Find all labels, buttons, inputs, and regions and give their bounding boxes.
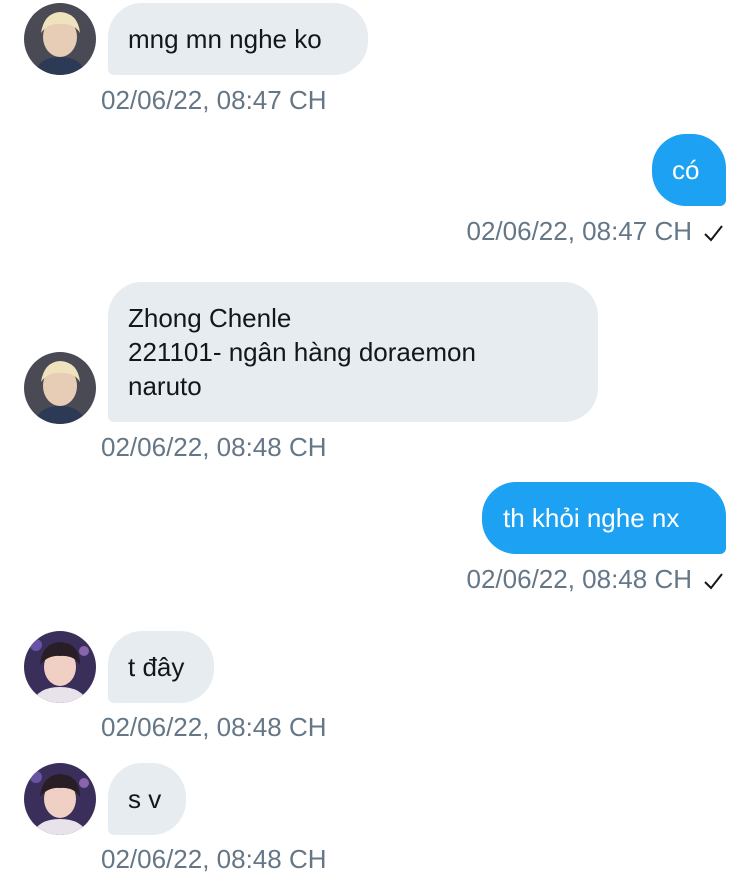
message-bubble-outgoing[interactable]: th khỏi nghe nx (482, 482, 726, 554)
message-text: có (672, 155, 700, 185)
sender-avatar[interactable] (24, 763, 96, 835)
message-timestamp: 02/06/22, 08:48 CH (466, 564, 693, 594)
message-timestamp: 02/06/22, 08:47 CH (466, 216, 693, 246)
message-text-line: 221101- ngân hàng doraemon (128, 337, 476, 367)
message-timestamp-row: 02/06/22, 08:47 CH (467, 215, 725, 247)
message-timestamp-row: 02/06/22, 08:48 CH (467, 563, 725, 595)
message-text: th khỏi nghe nx (503, 503, 680, 533)
message-text: t đây (128, 652, 185, 682)
checkmark-icon (702, 570, 724, 592)
sender-avatar[interactable] (24, 3, 96, 75)
sender-avatar[interactable] (24, 631, 96, 703)
message-text-line: naruto (128, 371, 202, 401)
message-bubble-incoming[interactable]: s v (108, 763, 186, 835)
message-timestamp: 02/06/22, 08:47 CH (101, 85, 327, 115)
checkmark-icon (702, 222, 724, 244)
message-timestamp: 02/06/22, 08:48 CH (101, 844, 327, 874)
message-bubble-incoming[interactable]: t đây (108, 631, 214, 703)
message-bubble-outgoing[interactable]: có (652, 134, 726, 206)
message-text-line: Zhong Chenle (128, 303, 292, 333)
avatar-photo-icon (24, 763, 96, 835)
message-timestamp: 02/06/22, 08:48 CH (101, 432, 327, 462)
avatar-photo-icon (24, 3, 96, 75)
sender-avatar[interactable] (24, 352, 96, 424)
message-bubble-incoming[interactable]: Zhong Chenle 221101- ngân hàng doraemon … (108, 282, 598, 422)
message-text: s v (128, 784, 162, 814)
message-timestamp: 02/06/22, 08:48 CH (101, 712, 327, 742)
avatar-photo-icon (24, 352, 96, 424)
avatar-photo-icon (24, 631, 96, 703)
message-bubble-incoming[interactable]: mng mn nghe ko (108, 3, 368, 75)
message-text: mng mn nghe ko (128, 24, 322, 54)
